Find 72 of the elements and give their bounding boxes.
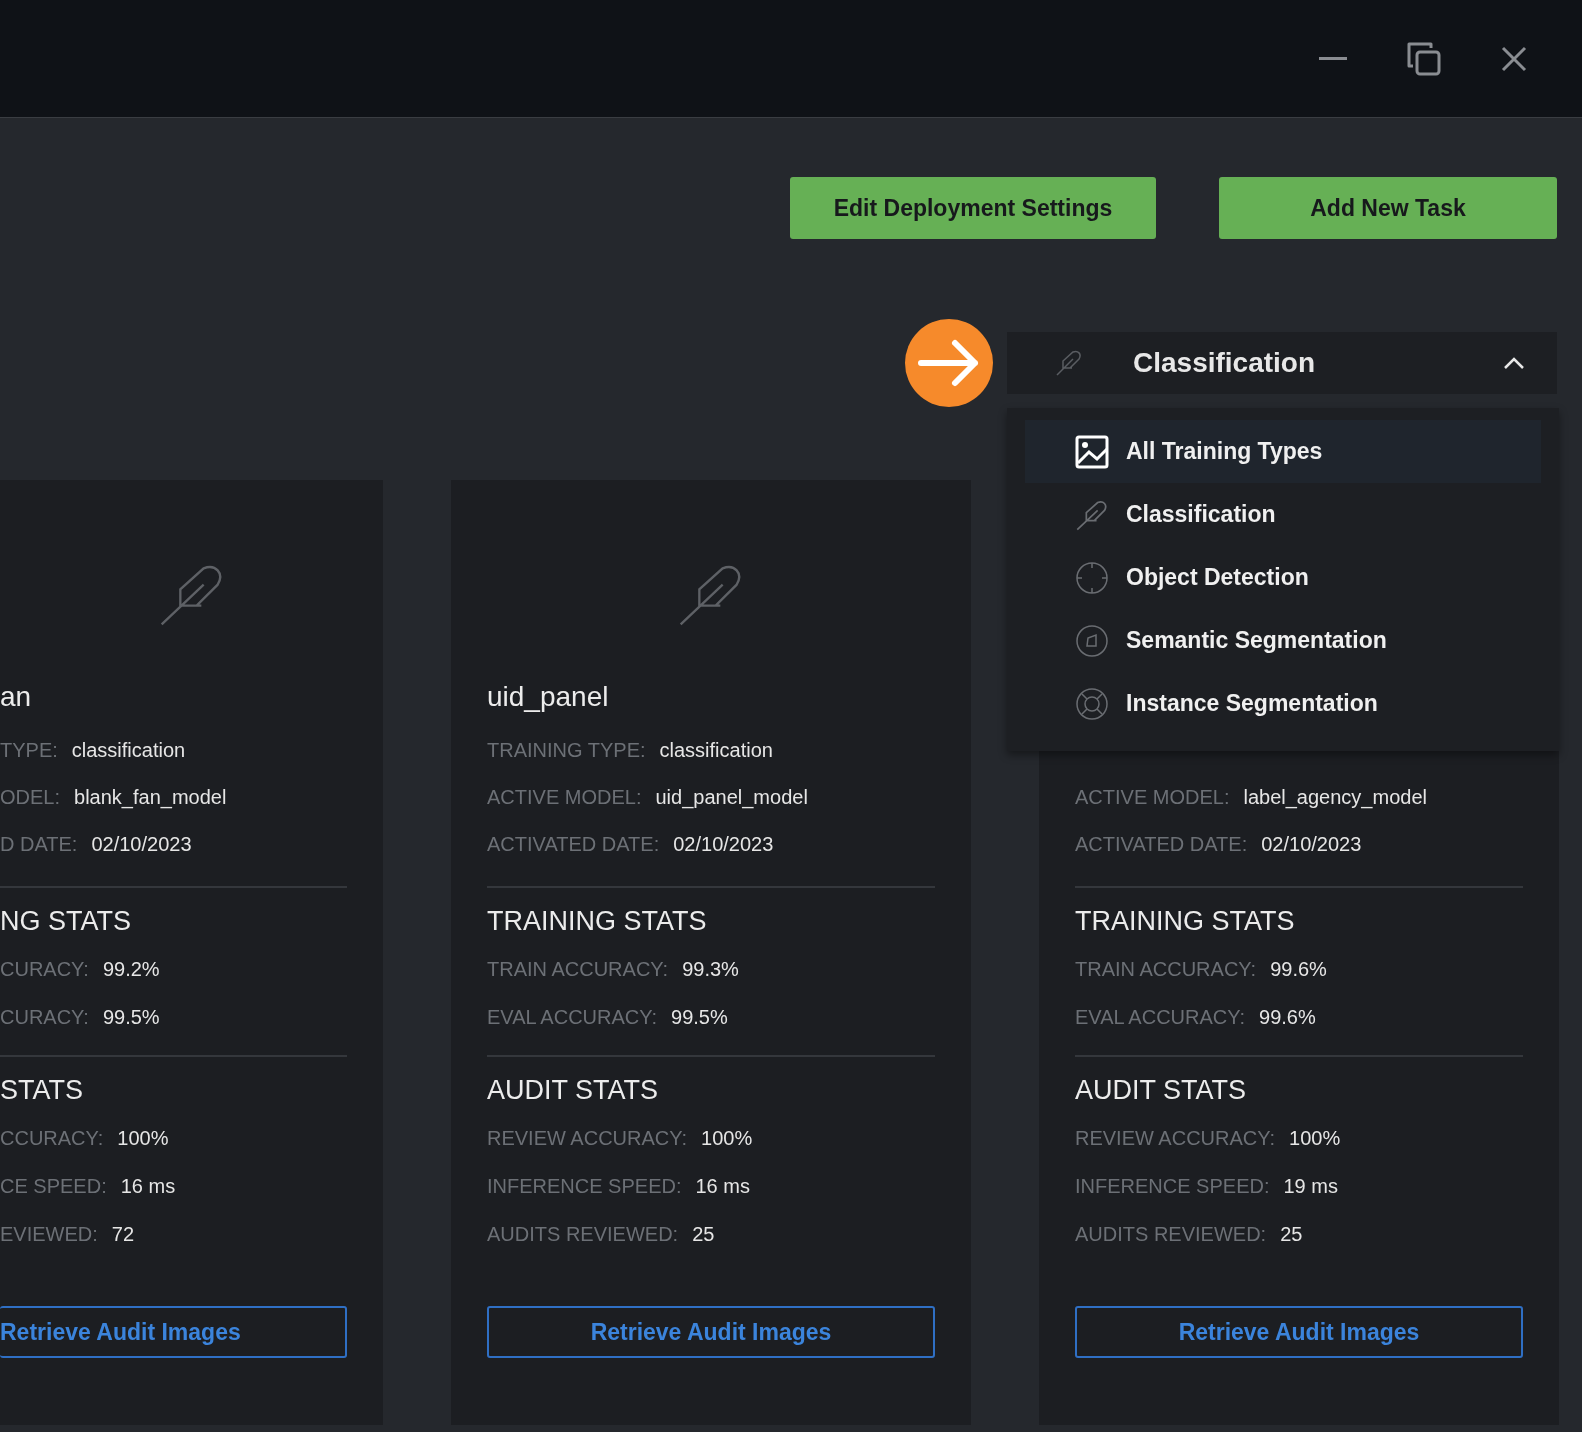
section-heading: STATS (0, 1075, 84, 1106)
stat-label: REVIEW ACCURACY: (487, 1126, 688, 1150)
field-value: 02/10/2023 (673, 833, 774, 856)
stat-label: REVIEW ACCURACY: (1075, 1126, 1276, 1150)
stat-value: 16 ms (695, 1174, 750, 1198)
stat-value: 25 (692, 1222, 715, 1246)
menu-item[interactable]: Object Detection (1025, 546, 1541, 609)
retrieve-button[interactable]: Retrieve Audit Images (487, 1306, 935, 1358)
section-heading: TRAINING STATS (487, 906, 708, 937)
field-label: ACTIVE MODEL: (487, 786, 642, 809)
menu-item[interactable]: Classification (1025, 483, 1541, 546)
section-heading: NG STATS (0, 906, 132, 937)
field-value: 02/10/2023 (1261, 833, 1362, 856)
stat-label: EVAL ACCURACY: (487, 1005, 658, 1029)
field-value: classification (71, 739, 186, 762)
field-value: classification (659, 739, 773, 762)
field-value: label_agency_model (1243, 786, 1427, 809)
stat-label: AUDITS REVIEWED: (487, 1222, 679, 1246)
card-title: uid_panel (487, 681, 610, 713)
stat-value: 99.3% (682, 957, 739, 981)
stat-label: INFERENCE SPEED: (487, 1174, 682, 1198)
stat-value: 72 (111, 1222, 135, 1246)
section-heading: AUDIT STATS (487, 1075, 660, 1106)
training-type-dropdown[interactable]: Classification (1007, 332, 1557, 394)
lifebuoy-icon (1075, 686, 1109, 721)
stat-label: CE SPEED: (0, 1174, 107, 1198)
field-label: D DATE: (0, 833, 78, 856)
minimize-icon[interactable] (1319, 56, 1347, 61)
field-label: ODEL: (0, 786, 61, 809)
stat-value: 100% (1289, 1126, 1341, 1150)
card-title: an (0, 681, 33, 713)
retrieve-button[interactable]: Retrieve Audit Images (1075, 1306, 1523, 1358)
field-label: ACTIVATED DATE: (487, 833, 660, 856)
action-button[interactable]: Edit Deployment Settings (790, 177, 1156, 239)
stat-value: 99.6% (1270, 957, 1327, 981)
section-heading: AUDIT STATS (1075, 1075, 1248, 1106)
stat-value: 99.6% (1259, 1005, 1316, 1029)
close-icon[interactable] (1501, 45, 1527, 72)
stat-label: CURACY: (0, 957, 89, 981)
section-heading: TRAINING STATS (1075, 906, 1296, 937)
action-button[interactable]: Add New Task (1219, 177, 1557, 239)
stat-label: TRAIN ACCURACY: (487, 957, 669, 981)
stat-label: CCURACY: (0, 1126, 104, 1150)
stat-label: TRAIN ACCURACY: (1075, 957, 1257, 981)
field-value: uid_panel_model (655, 786, 808, 809)
stat-label: AUDITS REVIEWED: (1075, 1222, 1267, 1246)
retrieve-button[interactable]: Retrieve Audit Images (0, 1306, 347, 1358)
stat-label: INFERENCE SPEED: (1075, 1174, 1270, 1198)
field-label: ACTIVATED DATE: (1075, 833, 1248, 856)
crosshair-icon (1075, 560, 1109, 595)
field-label: ACTIVE MODEL: (1075, 786, 1230, 809)
stat-value: 25 (1280, 1222, 1303, 1246)
stat-value: 19 ms (1283, 1174, 1338, 1198)
menu-item[interactable]: All Training Types (1025, 420, 1541, 483)
segment-icon (1075, 623, 1109, 658)
field-label: TYPE: (0, 739, 58, 762)
field-value: blank_fan_model (74, 786, 227, 809)
field-label: TRAINING TYPE: (487, 739, 646, 762)
menu-item[interactable]: Semantic Segmentation (1025, 609, 1541, 672)
stat-value: 16 ms (120, 1174, 176, 1198)
field-value: 02/10/2023 (91, 833, 192, 856)
stat-value: 100% (117, 1126, 169, 1150)
stat-label: EVAL ACCURACY: (1075, 1005, 1246, 1029)
stat-value: 99.5% (102, 1005, 160, 1029)
dropdown-value: Classification (1133, 347, 1317, 379)
stat-label: CURACY: (0, 1005, 89, 1029)
stat-label: EVIEWED: (0, 1222, 98, 1246)
stat-value: 99.2% (102, 957, 160, 981)
image-icon (1075, 434, 1109, 469)
menu-item[interactable]: Instance Segmentation (1025, 672, 1541, 735)
stat-value: 99.5% (671, 1005, 728, 1029)
stat-value: 100% (701, 1126, 753, 1150)
